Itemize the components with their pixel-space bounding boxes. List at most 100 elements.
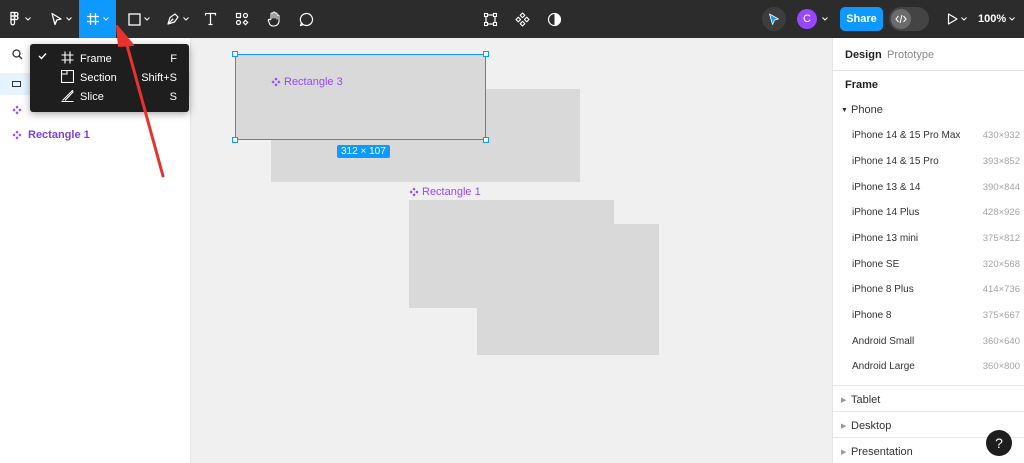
avatar[interactable]: C <box>797 9 817 29</box>
device-preset[interactable]: iPhone SE 320×568 <box>852 259 1020 270</box>
code-icon <box>895 14 907 24</box>
device-name: iPhone 14 & 15 Pro Max <box>852 130 961 141</box>
menu-item-frame[interactable]: Frame F <box>30 49 189 68</box>
component-icon <box>514 11 530 27</box>
device-preset[interactable]: iPhone 8 375×667 <box>852 310 1020 321</box>
device-name: iPhone 14 & 15 Pro <box>852 156 939 167</box>
rectangle-icon <box>128 12 141 26</box>
frame-tool-menu: Frame F Section Shift+S Slice S <box>30 44 189 112</box>
canvas-label-text: Rectangle 1 <box>422 186 481 198</box>
canvas[interactable]: Rectangle 3 312 × 107 Rectangle 1 <box>191 38 832 463</box>
device-name: iPhone 14 Plus <box>852 207 920 218</box>
category-phone[interactable]: ▼ Phone <box>841 104 883 116</box>
device-name: iPhone 8 <box>852 310 892 321</box>
category-tablet[interactable]: ▶ Tablet <box>841 394 880 406</box>
canvas-label-rectangle-1[interactable]: Rectangle 1 <box>409 186 481 198</box>
zoom-level[interactable]: 100% <box>978 0 1015 38</box>
canvas-rectangle-2[interactable] <box>477 224 659 355</box>
share-button[interactable]: Share <box>840 7 883 31</box>
tab-prototype[interactable]: Prototype <box>887 49 934 61</box>
avatar-chevron[interactable] <box>820 0 830 38</box>
device-size: 428×926 <box>982 207 1020 218</box>
move-pointer-icon <box>51 12 62 26</box>
menu-item-label: Frame <box>80 52 112 65</box>
device-preset[interactable]: iPhone 14 & 15 Pro 393×852 <box>852 156 1020 167</box>
menu-item-section[interactable]: Section Shift+S <box>30 68 189 87</box>
menu-item-slice[interactable]: Slice S <box>30 87 189 106</box>
design-panel: Design Prototype Frame ▼ Phone iPhone 14… <box>832 38 1024 463</box>
divider <box>833 411 1024 412</box>
category-presentation[interactable]: ▶ Presentation <box>841 446 913 458</box>
device-name: Android Small <box>852 336 915 347</box>
device-preset[interactable]: iPhone 8 Plus 414×736 <box>852 284 1020 295</box>
hand-tool-button[interactable] <box>263 0 285 38</box>
triangle-down-icon: ▼ <box>841 106 848 114</box>
multiplayer-cursor-button[interactable] <box>762 7 786 31</box>
chevron-down-icon <box>103 17 109 21</box>
resize-handle-top-left[interactable] <box>232 51 238 57</box>
divider <box>833 385 1024 386</box>
present-button[interactable] <box>944 0 970 38</box>
device-preset[interactable]: iPhone 14 & 15 Pro Max 430×932 <box>852 130 1020 141</box>
menu-item-shortcut: F <box>170 52 177 65</box>
contrast-icon <box>547 12 561 26</box>
comment-icon <box>299 12 313 26</box>
play-icon <box>947 13 958 25</box>
resize-handle-bottom-right[interactable] <box>483 137 489 143</box>
device-preset[interactable]: iPhone 14 Plus 428×926 <box>852 207 1020 218</box>
layer-name: Rectangle 1 <box>28 129 90 141</box>
device-size: 430×932 <box>982 130 1020 141</box>
text-tool-button[interactable] <box>200 0 220 38</box>
chevron-down-icon <box>182 17 189 21</box>
top-toolbar: C Share 100% <box>0 0 1024 38</box>
hand-icon <box>267 11 280 27</box>
comment-tool-button[interactable] <box>295 0 317 38</box>
component-instance-icon <box>409 187 419 197</box>
panel-tabs: Design Prototype <box>833 38 1024 71</box>
resize-handle-bottom-left[interactable] <box>232 137 238 143</box>
resources-icon <box>235 12 249 26</box>
layer-row-rectangle-1[interactable]: Rectangle 1 <box>0 124 190 146</box>
shape-tool-button[interactable] <box>124 0 154 38</box>
device-name: iPhone 13 & 14 <box>852 182 921 193</box>
device-preset[interactable]: Android Large 360×800 <box>852 361 1020 372</box>
chevron-down-icon <box>24 17 31 21</box>
pen-tool-button[interactable] <box>162 0 192 38</box>
selection-outline[interactable] <box>235 54 486 140</box>
menu-item-shortcut: S <box>169 90 177 103</box>
chevron-down-icon <box>1009 17 1015 21</box>
main-menu-button[interactable] <box>6 0 32 38</box>
section-title: Frame <box>845 79 879 91</box>
help-button[interactable]: ? <box>986 430 1012 456</box>
device-size: 360×800 <box>982 361 1020 372</box>
chevron-down-icon <box>961 17 967 21</box>
crop-frame-button[interactable] <box>480 0 500 38</box>
category-label: Presentation <box>851 446 913 458</box>
contrast-button[interactable] <box>544 0 564 38</box>
device-preset[interactable]: Android Small 360×640 <box>852 336 1020 347</box>
frame-hash-icon <box>87 13 99 25</box>
tab-design[interactable]: Design <box>845 49 882 61</box>
chevron-down-icon <box>144 17 150 21</box>
chevron-down-icon <box>822 17 828 21</box>
device-name: Android Large <box>852 361 915 372</box>
category-label: Phone <box>851 104 883 116</box>
device-preset[interactable]: iPhone 13 mini 375×812 <box>852 233 1020 244</box>
canvas-label-rectangle-3[interactable]: Rectangle 3 <box>271 76 343 88</box>
resize-handle-top-right[interactable] <box>483 51 489 57</box>
resources-tool-button[interactable] <box>232 0 252 38</box>
device-name: iPhone 8 Plus <box>852 284 914 295</box>
component-instance-icon <box>12 105 22 115</box>
device-size: 393×852 <box>982 156 1020 167</box>
category-desktop[interactable]: ▶ Desktop <box>841 420 891 432</box>
frame-tool-button[interactable] <box>79 0 116 38</box>
component-instance-icon <box>12 130 22 140</box>
device-size: 390×844 <box>982 182 1020 193</box>
chevron-down-icon <box>66 17 72 21</box>
triangle-right-icon: ▶ <box>841 397 847 404</box>
pen-icon <box>166 13 179 25</box>
component-button[interactable] <box>512 0 532 38</box>
dev-mode-toggle[interactable] <box>889 7 929 31</box>
device-preset[interactable]: iPhone 13 & 14 390×844 <box>852 182 1020 193</box>
move-tool-button[interactable] <box>46 0 76 38</box>
